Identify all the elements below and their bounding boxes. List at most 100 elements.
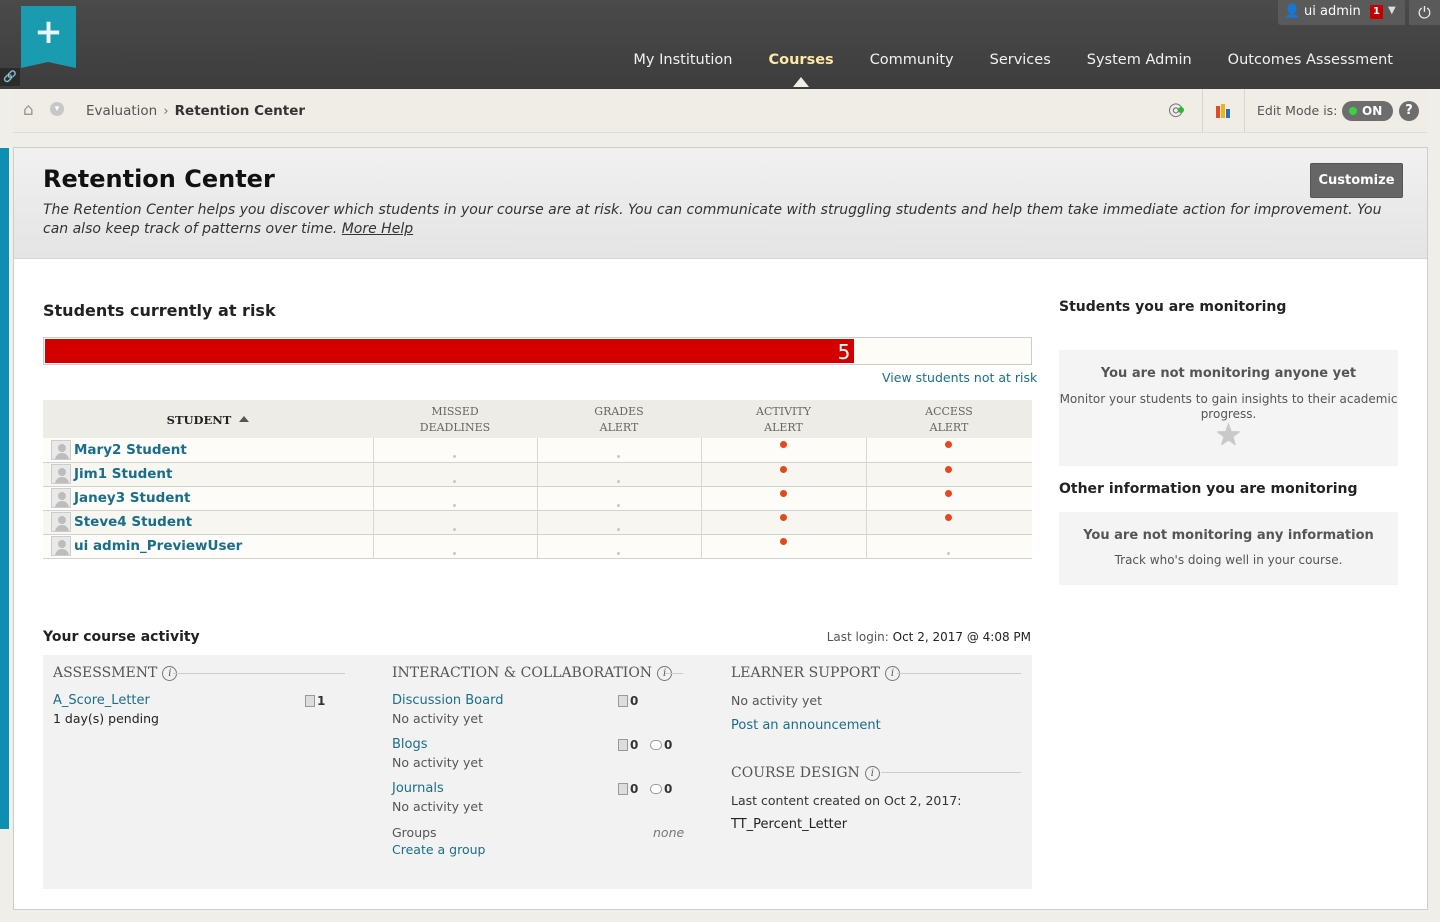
blogs-comments: 0 [650, 738, 672, 752]
assessment-item-status: 1 day(s) pending [53, 711, 159, 726]
alert-dot-icon [779, 513, 787, 521]
content-area: Retention Center The Retention Center he… [13, 147, 1428, 910]
assessment-item-link[interactable]: A_Score_Letter [53, 693, 150, 708]
info-icon[interactable]: i [864, 766, 880, 781]
monitoring-empty-box: You are not monitoring anyone yet Monito… [1059, 350, 1398, 466]
access-alert-cell [865, 462, 1032, 487]
course-menu-toggle[interactable] [0, 148, 9, 829]
blogs-status: No activity yet [392, 755, 484, 770]
no-alert-dot-icon [453, 527, 456, 531]
student-name-link[interactable]: Janey3 Student [74, 490, 190, 506]
journals-link[interactable]: Journals [392, 781, 444, 796]
nav-outcomes-assessment[interactable]: Outcomes Assessment [1210, 50, 1411, 70]
student-name-link[interactable]: Mary2 Student [74, 442, 187, 458]
column-activity-label-2: ALERT [764, 420, 803, 434]
user-name: ui admin [1304, 4, 1361, 19]
student-preview-icon[interactable]: ◎ [1168, 99, 1184, 120]
alert-dot-icon [945, 489, 953, 497]
activity-alert-cell [700, 534, 866, 559]
alert-dot-icon [945, 513, 953, 521]
chevron-down-icon[interactable]: ▾ [50, 102, 64, 116]
discussion-board-link[interactable]: Discussion Board [392, 693, 503, 708]
journals-comments: 0 [650, 782, 672, 796]
help-icon[interactable]: ? [1399, 101, 1419, 121]
nav-system-admin[interactable]: System Admin [1069, 50, 1210, 70]
divider [1202, 89, 1203, 133]
grades-alert-cell [536, 534, 701, 559]
breadcrumb-bar: ⌂ ▾ Evaluation › Retention Center ◎ Edit M… [13, 89, 1427, 133]
main-nav: My Institution Courses Community Service… [615, 50, 1411, 87]
column-activity-alert[interactable]: ACTIVITY ALERT [701, 400, 866, 438]
edit-mode-value: ON [1362, 104, 1383, 118]
student-name-link[interactable]: Jim1 Student [74, 466, 172, 482]
student-name-link[interactable]: Steve4 Student [74, 514, 192, 530]
power-icon[interactable]: ⏻ [1409, 0, 1440, 25]
alert-dot-icon [779, 537, 787, 545]
monitoring-heading: Students you are monitoring [1059, 299, 1287, 315]
course-design-heading-label: COURSE DESIGN [731, 765, 860, 781]
activity-alert-cell [700, 462, 866, 487]
avatar-icon [51, 464, 71, 484]
divider [897, 673, 1021, 674]
table-row: Mary2 Student [43, 438, 1032, 463]
edit-mode-toggle[interactable]: ON [1342, 101, 1393, 121]
comment-icon [650, 740, 662, 750]
journals-status: No activity yet [392, 799, 484, 814]
column-access-label-1: ACCESS [925, 404, 973, 418]
more-help-link[interactable]: More Help [342, 221, 413, 237]
groups-label: Groups [392, 825, 437, 840]
customize-button[interactable]: Customize [1310, 163, 1403, 198]
document-icon [305, 695, 315, 707]
discussion-count-value: 0 [630, 694, 639, 708]
table-row: Jim1 Student [43, 462, 1032, 487]
blogs-count-value: 0 [630, 738, 639, 752]
grade-center-icon[interactable] [1215, 103, 1231, 119]
home-icon[interactable]: ⌂ [23, 100, 34, 120]
nav-my-institution[interactable]: My Institution [615, 50, 750, 70]
breadcrumb-evaluation[interactable]: Evaluation [86, 103, 157, 119]
course-design-content-name: TT_Percent_Letter [731, 817, 848, 832]
plus-icon: + [34, 12, 63, 52]
column-access-alert[interactable]: ACCESS ALERT [866, 400, 1032, 438]
column-missed-deadlines[interactable]: MISSED DEADLINES [373, 400, 537, 438]
post-announcement-link[interactable]: Post an announcement [731, 718, 881, 733]
column-student-label: STUDENT [166, 412, 232, 427]
interaction-heading: INTERACTION & COLLABORATIONi [392, 665, 673, 681]
activity-alert-cell [700, 438, 866, 463]
discussion-count: 0 [618, 694, 638, 708]
course-activity-panel: ASSESSMENT i A_Score_Letter 1 1 day(s) pe… [43, 655, 1032, 889]
view-not-at-risk-link[interactable]: View students not at risk [882, 370, 1037, 385]
at-risk-bar[interactable]: 5 [43, 337, 1032, 365]
nav-services[interactable]: Services [972, 50, 1069, 70]
grades-alert-cell [536, 438, 701, 463]
blogs-count: 0 [618, 738, 638, 752]
notification-badge[interactable]: 1 [1370, 5, 1383, 19]
nav-courses[interactable]: Courses [751, 50, 852, 87]
create-group-link[interactable]: Create a group [392, 842, 485, 857]
nav-community[interactable]: Community [852, 50, 972, 70]
star-icon: ★ [1215, 418, 1242, 453]
column-grades-alert[interactable]: GRADES ALERT [537, 400, 701, 438]
learner-support-heading: LEARNER SUPPORT i [731, 665, 900, 681]
user-menu[interactable]: 👤 ui admin 1 ▼ [1278, 0, 1405, 25]
activity-alert-cell [700, 486, 866, 511]
access-alert-cell [865, 486, 1032, 511]
student-cell: Janey3 Student [43, 486, 373, 511]
sort-ascending-icon [239, 415, 250, 422]
blogs-comments-value: 0 [664, 738, 673, 752]
learner-support-heading-label: LEARNER SUPPORT [731, 665, 880, 681]
link-icon[interactable]: 🔗 [0, 68, 20, 86]
column-grades-label-2: ALERT [599, 420, 639, 434]
column-student[interactable]: STUDENT [43, 400, 373, 438]
at-risk-table-body: Mary2 Student Jim1 Student Janey3 Student S… [43, 438, 1032, 559]
access-alert-cell [865, 534, 1032, 559]
no-alert-dot-icon [947, 551, 951, 555]
course-activity-heading: Your course activity [43, 629, 200, 645]
assessment-item-count: 1 [305, 694, 325, 708]
other-monitoring-heading: Other information you are monitoring [1059, 481, 1358, 497]
chevron-down-icon[interactable]: ▼ [1388, 5, 1396, 16]
student-name-link[interactable]: ui admin_PreviewUser [74, 538, 242, 554]
blogs-link[interactable]: Blogs [392, 737, 428, 752]
grades-alert-cell [536, 486, 701, 511]
logo[interactable]: + [21, 6, 76, 68]
